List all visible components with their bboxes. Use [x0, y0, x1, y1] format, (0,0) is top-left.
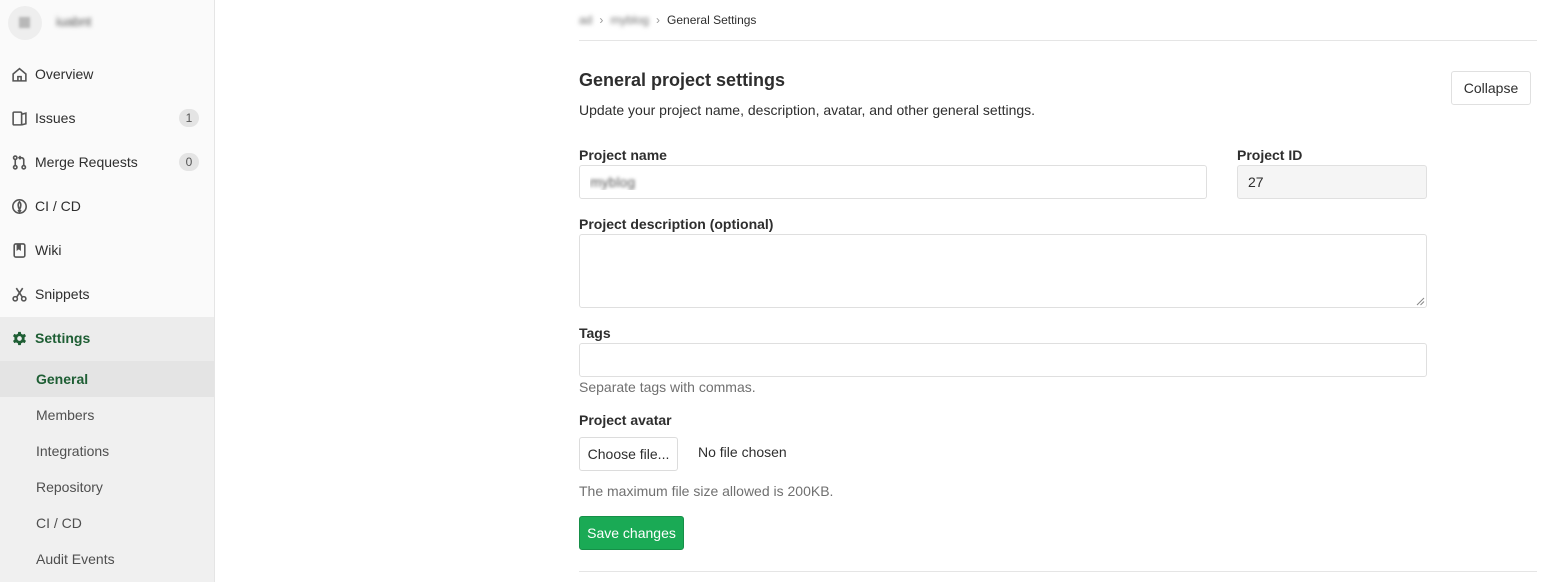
- breadcrumb-current[interactable]: General Settings: [667, 13, 756, 27]
- gear-icon: [13, 331, 26, 346]
- save-changes-button[interactable]: Save changes: [579, 516, 684, 550]
- tags-help-text: Separate tags with commas.: [579, 379, 756, 395]
- sidebar: iuabnt Overview Issues 1 Merge Requests …: [0, 0, 215, 582]
- sidebar-item-issues[interactable]: Issues 1: [0, 97, 214, 141]
- sidebar-project-name[interactable]: iuabnt: [56, 14, 91, 29]
- issues-count-badge: 1: [179, 109, 199, 127]
- breadcrumb-separator: ›: [599, 13, 604, 27]
- breadcrumb: ad › myblog › General Settings: [579, 10, 756, 30]
- sidebar-item-wiki[interactable]: Wiki: [0, 229, 214, 273]
- sidebar-subitem-audit-events[interactable]: Audit Events: [0, 541, 214, 577]
- breadcrumb-divider: [579, 40, 1537, 41]
- sidebar-subitem-label: Members: [36, 407, 95, 423]
- sidebar-subitem-label: Repository: [36, 479, 103, 495]
- sidebar-item-overview[interactable]: Overview: [0, 53, 214, 97]
- breadcrumb-group-link[interactable]: ad: [579, 13, 592, 27]
- sidebar-subitem-members[interactable]: Members: [0, 397, 214, 433]
- project-description-textarea[interactable]: [579, 234, 1427, 308]
- project-avatar-glyph: [19, 17, 30, 28]
- tags-label: Tags: [579, 325, 611, 341]
- sidebar-project-header[interactable]: iuabnt: [0, 0, 214, 46]
- scissors-icon: [12, 287, 27, 302]
- textarea-resize-handle-icon[interactable]: [1416, 297, 1425, 306]
- tags-input[interactable]: [579, 343, 1427, 377]
- project-name-label: Project name: [579, 147, 667, 163]
- sidebar-item-ci-cd[interactable]: CI / CD: [0, 185, 214, 229]
- file-status-text: No file chosen: [698, 444, 787, 460]
- book-icon: [13, 243, 26, 258]
- project-description-label: Project description (optional): [579, 216, 774, 232]
- sidebar-item-snippets[interactable]: Snippets: [0, 273, 214, 317]
- section-divider: [579, 571, 1537, 572]
- sidebar-item-label: Snippets: [35, 286, 90, 302]
- rocket-icon: [12, 199, 27, 214]
- sidebar-subitem-label: Audit Events: [36, 551, 115, 567]
- merge-request-icon: [12, 155, 27, 170]
- sidebar-subitem-label: Integrations: [36, 443, 110, 459]
- project-id-field: [1237, 165, 1427, 199]
- merge-requests-count-badge: 0: [179, 153, 199, 171]
- home-icon: [12, 67, 27, 82]
- sidebar-subitem-repository[interactable]: Repository: [0, 469, 214, 505]
- sidebar-item-merge-requests[interactable]: Merge Requests 0: [0, 141, 214, 185]
- sidebar-item-label: Overview: [35, 66, 94, 82]
- sidebar-item-label: Wiki: [35, 242, 62, 258]
- choose-file-button[interactable]: Choose file...: [579, 437, 678, 471]
- sidebar-item-label: Settings: [35, 330, 91, 346]
- project-avatar[interactable]: [8, 6, 42, 40]
- breadcrumb-separator: ›: [656, 13, 661, 27]
- issues-icon: [12, 111, 27, 126]
- breadcrumb-project-link[interactable]: myblog: [610, 13, 649, 27]
- sidebar-subitem-general[interactable]: General: [0, 361, 214, 397]
- sidebar-subitem-label: CI / CD: [36, 515, 82, 531]
- sidebar-subitem-integrations[interactable]: Integrations: [0, 433, 214, 469]
- collapse-button[interactable]: Collapse: [1451, 71, 1531, 105]
- sidebar-item-label: Merge Requests: [35, 154, 138, 170]
- sidebar-item-settings[interactable]: Settings: [0, 317, 214, 361]
- section-description: Update your project name, description, a…: [579, 102, 1036, 118]
- sidebar-subitem-label: General: [36, 371, 89, 387]
- project-name-input[interactable]: [579, 165, 1207, 199]
- page-title: General project settings: [579, 70, 786, 90]
- sidebar-item-label: Issues: [35, 110, 76, 126]
- sidebar-item-label: CI / CD: [35, 198, 81, 214]
- project-avatar-label: Project avatar: [579, 412, 672, 428]
- project-id-label: Project ID: [1237, 147, 1303, 163]
- sidebar-subitem-ci-cd[interactable]: CI / CD: [0, 505, 214, 541]
- avatar-help-text: The maximum file size allowed is 200KB.: [579, 483, 834, 499]
